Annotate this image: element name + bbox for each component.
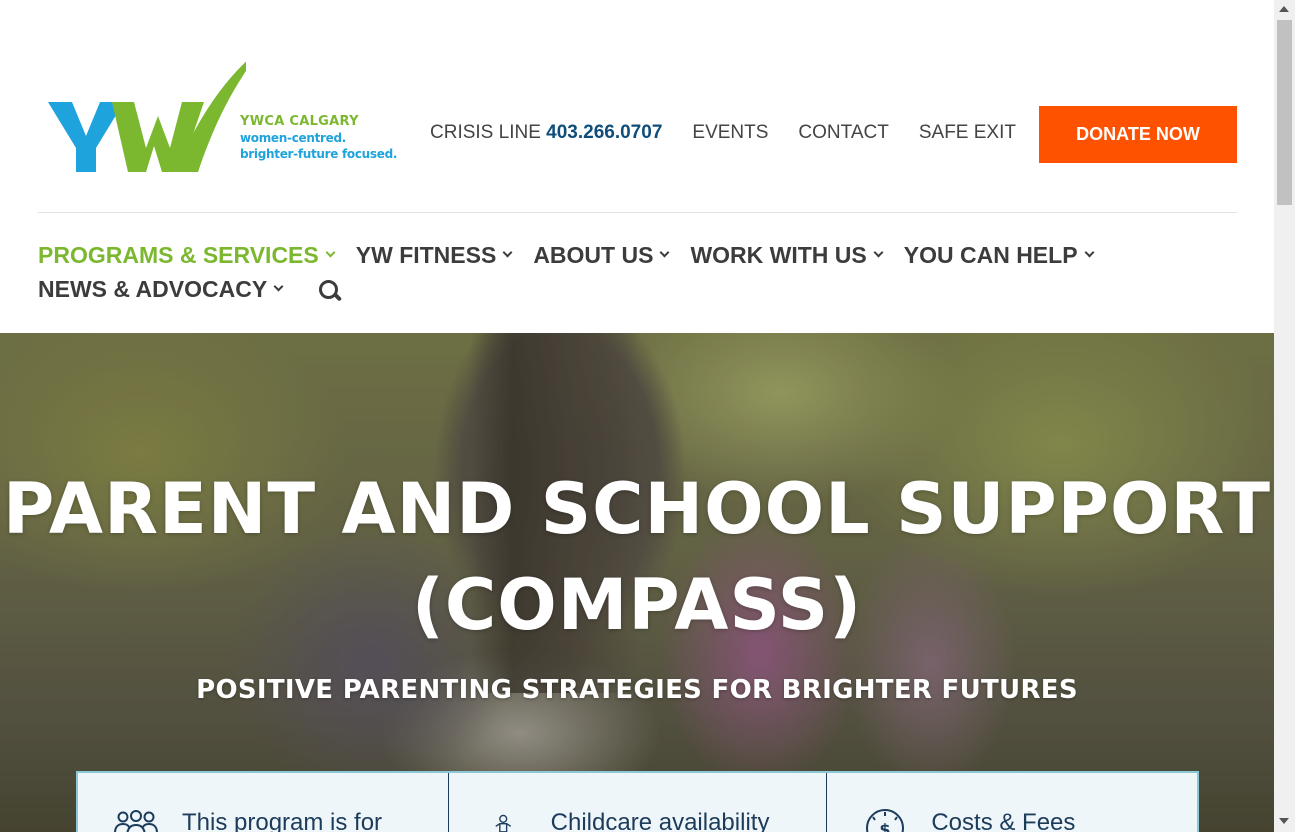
scroll-down-arrow-icon[interactable] (1279, 818, 1289, 824)
scroll-up-arrow-icon[interactable] (1279, 6, 1289, 12)
logo-org-name: YWCA CALGARY (240, 114, 359, 129)
crisis-line[interactable]: CRISIS LINE 403.266.0707 (430, 122, 662, 144)
nav-label: PROGRAMS & SERVICES (38, 242, 319, 268)
svg-text:$: $ (880, 820, 891, 832)
logo-tagline-1: women-centred. (240, 131, 347, 145)
page-title-line-2: (COMPASS) (411, 564, 863, 646)
nav-label: WORK WITH US (690, 242, 867, 268)
nav-item-yw-fitness[interactable]: YW FITNESS (355, 238, 513, 272)
contact-link[interactable]: CONTACT (798, 122, 888, 144)
main-nav: PROGRAMS & SERVICES YW FITNESS ABOUT US WOR… (38, 238, 1238, 306)
ywca-logo[interactable]: YWCA CALGARY women-centred. brighter-fut… (46, 44, 406, 180)
logo-text: YWCA CALGARY women-centred. brighter-fut… (240, 114, 397, 162)
hero-banner: PARENT AND SCHOOL SUPPORT (COMPASS) POSI… (0, 333, 1274, 832)
dollar-clock-icon: $ (866, 809, 905, 832)
info-audience-label: This program is for (182, 809, 383, 832)
page-scrollbar[interactable] (1274, 0, 1295, 832)
page-subtitle: POSITIVE PARENTING STRATEGIES FOR BRIGHT… (196, 675, 1078, 705)
nav-item-about-us[interactable]: ABOUT US (533, 238, 670, 272)
safe-exit-link[interactable]: SAFE EXIT (919, 122, 1016, 144)
top-links: CRISIS LINE 403.266.0707 EVENTS CONTACT … (430, 122, 1046, 144)
donate-button[interactable]: DONATE NOW (1039, 106, 1237, 163)
nav-label: YW FITNESS (355, 242, 497, 268)
child-icon (495, 814, 511, 832)
header-divider (38, 212, 1237, 213)
nav-label: YOU CAN HELP (903, 242, 1078, 268)
chevron-down-icon (502, 247, 513, 257)
crisis-number[interactable]: 403.266.0707 (546, 122, 662, 143)
nav-item-work-with-us[interactable]: WORK WITH US (690, 238, 884, 272)
nav-label: ABOUT US (533, 242, 654, 268)
events-link[interactable]: EVENTS (692, 122, 768, 144)
info-costs[interactable]: $ Costs & Fees (826, 773, 1197, 832)
info-childcare-label: Childcare availability (550, 809, 770, 832)
yw-logo-mark-icon (48, 46, 264, 172)
chevron-down-icon (1084, 247, 1094, 257)
crisis-label: CRISIS LINE (430, 122, 541, 143)
page-title-line-1: PARENT AND SCHOOL SUPPORT (3, 468, 1271, 550)
program-info-box: This program is for Childcare availabili… (76, 771, 1199, 832)
nav-item-news-advocacy[interactable]: NEWS & ADVOCACY (38, 272, 284, 306)
nav-item-programs-services[interactable]: PROGRAMS & SERVICES (38, 238, 336, 272)
chevron-down-icon (873, 247, 884, 257)
chevron-down-icon (325, 247, 336, 257)
info-costs-label: Costs & Fees (931, 809, 1076, 832)
page: YWCA CALGARY women-centred. brighter-fut… (0, 0, 1274, 832)
logo-tagline-2: brighter-future focused. (240, 147, 398, 161)
nav-label: NEWS & ADVOCACY (38, 276, 268, 302)
info-childcare[interactable]: Childcare availability (447, 773, 827, 832)
scrollbar-thumb[interactable] (1277, 20, 1292, 205)
search-icon[interactable] (318, 279, 342, 303)
chevron-down-icon (659, 247, 670, 257)
page-title: PARENT AND SCHOOL SUPPORT (COMPASS) (0, 461, 1274, 653)
chevron-down-icon (273, 281, 284, 291)
nav-item-you-can-help[interactable]: YOU CAN HELP (903, 238, 1094, 272)
group-icon (114, 810, 158, 832)
info-audience[interactable]: This program is for (78, 773, 448, 832)
